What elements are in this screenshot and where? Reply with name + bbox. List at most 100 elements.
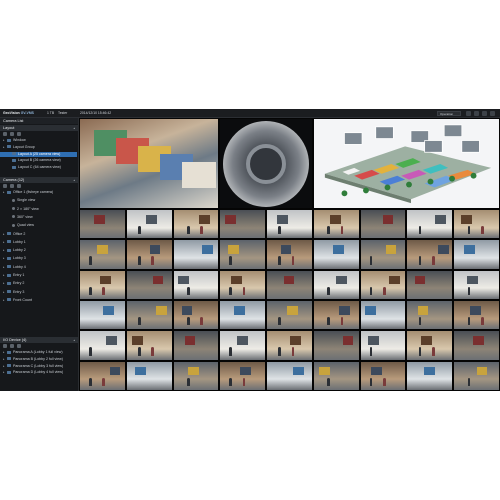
- edit-icon[interactable]: [10, 184, 14, 188]
- layout-section-item[interactable]: Layout B (26 camera view): [0, 158, 77, 163]
- camera-view-tile[interactable]: [359, 300, 407, 331]
- settings-icon[interactable]: [474, 110, 479, 116]
- io-section-item[interactable]: ▸ Panorama A (Lobby 1 full view): [0, 350, 77, 355]
- camera-view-tile[interactable]: [266, 209, 313, 240]
- delete-icon[interactable]: [17, 344, 21, 348]
- camera-view-tile[interactable]: [125, 209, 173, 240]
- camera-section-item[interactable]: Quad view: [0, 223, 77, 228]
- eye-icon[interactable]: [466, 110, 471, 116]
- camera-view-tile[interactable]: [266, 330, 313, 361]
- camera-section-item[interactable]: 2 × 180° view: [0, 207, 77, 212]
- layout-section-header[interactable]: Layout ▴: [0, 125, 78, 131]
- camera-view-tile[interactable]: [453, 209, 500, 240]
- add-icon[interactable]: [3, 344, 7, 348]
- camera-view-tile[interactable]: [266, 239, 313, 270]
- layout-section-item[interactable]: Layout C (64 camera view): [0, 165, 77, 170]
- camera-section-item[interactable]: 360° view: [0, 215, 77, 220]
- io-section-item[interactable]: ▸ Panorama D (Lobby 4 full view): [0, 370, 77, 375]
- camera-view-tile[interactable]: [312, 209, 360, 240]
- close-icon[interactable]: [490, 110, 495, 116]
- camera-view-tile[interactable]: [359, 209, 407, 240]
- camera-view-tile[interactable]: [266, 269, 313, 300]
- camera-view-tile[interactable]: [79, 269, 126, 300]
- camera-thumbnail[interactable]: [424, 140, 443, 153]
- add-icon[interactable]: [3, 132, 7, 136]
- camera-section-item[interactable]: ▸ Entry 1: [0, 273, 77, 278]
- camera-view-tile[interactable]: [79, 118, 220, 209]
- collapse-chevron-icon[interactable]: ▴: [73, 177, 75, 183]
- camera-view-tile[interactable]: [125, 360, 173, 391]
- camera-view-tile[interactable]: [406, 269, 454, 300]
- camera-section-item[interactable]: ▸ Front Count: [0, 298, 77, 303]
- camera-section-header[interactable]: Camera (12) ▴: [0, 177, 78, 183]
- io-section-header[interactable]: I/O Device (4) ▴: [0, 337, 78, 343]
- camera-view-tile[interactable]: [312, 360, 360, 391]
- camera-view-tile[interactable]: [219, 209, 267, 240]
- camera-view-tile[interactable]: [219, 360, 267, 391]
- camera-view-tile[interactable]: [219, 300, 267, 331]
- camera-view-tile[interactable]: [453, 269, 500, 300]
- delete-icon[interactable]: [17, 132, 21, 136]
- camera-section-item[interactable]: ▸ Entry 3: [0, 290, 77, 295]
- camera-view-tile[interactable]: [312, 239, 360, 270]
- camera-view-tile[interactable]: [359, 269, 407, 300]
- camera-section-item[interactable]: ▸ Lobby 2: [0, 248, 77, 253]
- camera-view-tile[interactable]: [125, 300, 173, 331]
- camera-view-tile[interactable]: [359, 239, 407, 270]
- camera-view-tile[interactable]: [406, 330, 454, 361]
- camera-section-item[interactable]: ▸ Office 2: [0, 232, 77, 237]
- layout-section-item[interactable]: ▸ Window: [0, 138, 77, 143]
- camera-view-tile[interactable]: [172, 330, 220, 361]
- camera-thumbnail[interactable]: [461, 140, 480, 153]
- camera-view-tile[interactable]: [406, 360, 454, 391]
- camera-view-tile[interactable]: [453, 330, 500, 361]
- edit-icon[interactable]: [10, 132, 14, 136]
- camera-view-tile[interactable]: [453, 239, 500, 270]
- camera-view-tile[interactable]: [79, 360, 126, 391]
- camera-section-item[interactable]: ▸ Lobby 1: [0, 240, 77, 245]
- camera-section-item[interactable]: ▸ Office 1 (fisheye camera): [0, 190, 77, 195]
- camera-view-tile[interactable]: [312, 300, 360, 331]
- mode-dropdown[interactable]: Operation: [437, 110, 461, 116]
- camera-view-tile[interactable]: [312, 269, 360, 300]
- camera-view-tile[interactable]: [172, 209, 220, 240]
- camera-section-item[interactable]: Single view: [0, 198, 77, 203]
- camera-thumbnail[interactable]: [375, 126, 394, 139]
- camera-view-tile[interactable]: [79, 209, 126, 240]
- camera-view-tile[interactable]: [79, 239, 126, 270]
- camera-view-tile[interactable]: [359, 330, 407, 361]
- collapse-chevron-icon[interactable]: ▴: [73, 337, 75, 343]
- camera-view-tile[interactable]: [79, 300, 126, 331]
- camera-view-tile[interactable]: [453, 360, 500, 391]
- camera-view-tile[interactable]: [125, 330, 173, 361]
- emap-floorplan-tile[interactable]: [312, 118, 500, 209]
- camera-view-tile[interactable]: [406, 300, 454, 331]
- camera-view-tile[interactable]: [406, 209, 454, 240]
- camera-view-tile[interactable]: [172, 300, 220, 331]
- camera-view-tile[interactable]: [125, 239, 173, 270]
- add-icon[interactable]: [3, 184, 7, 188]
- camera-view-tile[interactable]: [406, 239, 454, 270]
- camera-view-tile[interactable]: [125, 269, 173, 300]
- camera-view-tile[interactable]: [266, 300, 313, 331]
- layout-section-item[interactable]: ▸ Layout Group: [0, 145, 77, 150]
- camera-thumbnail[interactable]: [343, 132, 363, 145]
- camera-view-tile[interactable]: [359, 360, 407, 391]
- io-section-item[interactable]: ▸ Panorama C (Lobby 3 full view): [0, 364, 77, 369]
- layout-section-item[interactable]: Layout A (25 camera view): [0, 151, 77, 157]
- camera-view-tile[interactable]: [172, 239, 220, 270]
- edit-icon[interactable]: [10, 344, 14, 348]
- camera-view-tile[interactable]: [172, 360, 220, 391]
- camera-view-tile[interactable]: [266, 360, 313, 391]
- camera-view-tile[interactable]: [172, 269, 220, 300]
- camera-view-tile[interactable]: [79, 330, 126, 361]
- camera-thumbnail[interactable]: [443, 124, 463, 137]
- camera-section-item[interactable]: ▸ Lobby 3: [0, 256, 77, 261]
- io-section-item[interactable]: ▸ Panorama B (Lobby 2 full view): [0, 357, 77, 362]
- camera-view-tile[interactable]: [312, 330, 360, 361]
- camera-view-tile[interactable]: [219, 269, 267, 300]
- camera-view-tile[interactable]: [453, 300, 500, 331]
- camera-section-item[interactable]: ▸ Lobby 4: [0, 265, 77, 270]
- minimize-icon[interactable]: [482, 110, 487, 116]
- camera-section-item[interactable]: ▸ Entry 2: [0, 281, 77, 286]
